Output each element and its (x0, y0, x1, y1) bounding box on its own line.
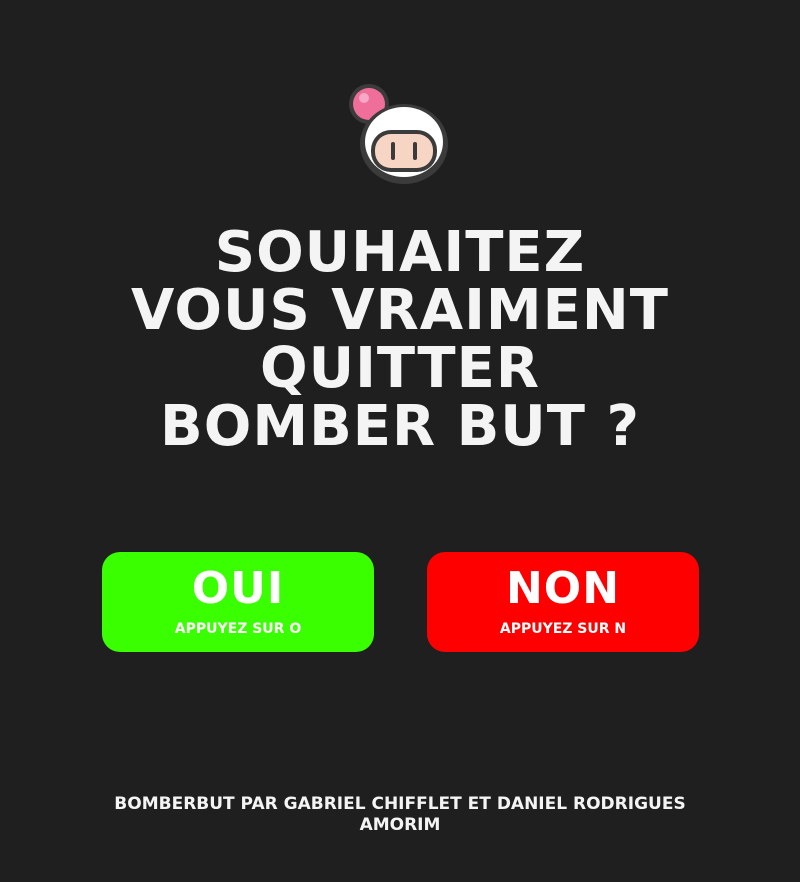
question-line: BOMBER BUT ? (160, 394, 640, 459)
question-line: SOUHAITEZ (214, 220, 586, 285)
bomberman-head-icon (344, 80, 454, 190)
no-button[interactable]: NON APPUYEZ SUR N (427, 552, 699, 652)
no-button-hint: APPUYEZ SUR N (499, 621, 627, 637)
no-button-label: NON (505, 563, 621, 614)
question-line: QUITTER (260, 336, 540, 401)
yes-button-label: OUI (191, 563, 285, 614)
quit-confirmation-question: SOUHAITEZ VOUS VRAIMENT QUITTER BOMBER B… (0, 224, 800, 456)
credits-footer: BOMBERBUT PAR GABRIEL CHIFFLET ET DANIEL… (114, 794, 686, 835)
question-line: VOUS VRAIMENT (131, 278, 669, 343)
yes-button[interactable]: OUI APPUYEZ SUR O (102, 552, 374, 652)
yes-button-hint: APPUYEZ SUR O (174, 621, 302, 637)
